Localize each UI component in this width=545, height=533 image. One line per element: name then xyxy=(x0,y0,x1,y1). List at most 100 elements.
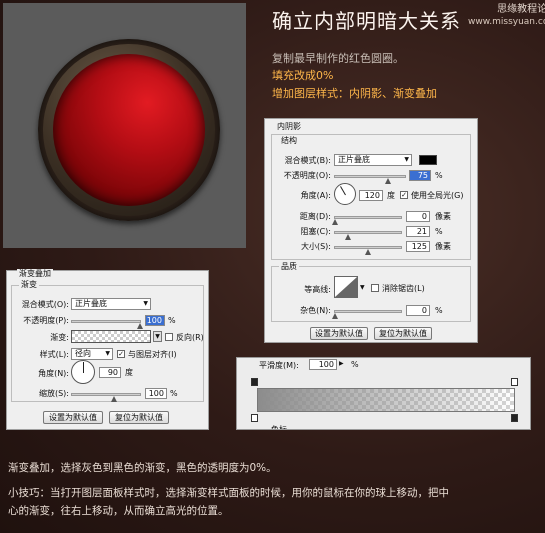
go-opacity-unit: % xyxy=(168,316,176,325)
noise-slider-thumb[interactable] xyxy=(332,313,338,319)
size-slider-thumb[interactable] xyxy=(365,249,371,255)
intro-line-2: 填充改成0% xyxy=(272,69,334,82)
gradient-overlay-dialog: 渐变叠加 渐变 混合模式(O): 正片叠底 不透明度(P): 100 % 渐变:… xyxy=(6,269,209,430)
gradient-swatch[interactable] xyxy=(71,330,151,343)
distance-slider-thumb[interactable] xyxy=(332,219,338,225)
go-angle-unit: 度 xyxy=(125,368,133,377)
color-stop-right[interactable] xyxy=(511,414,518,422)
smoothness-label: 平滑度(M): xyxy=(259,361,299,370)
contour-picker[interactable] xyxy=(334,276,358,298)
quality-label: 品质 xyxy=(279,262,299,272)
gradient-preview-bar xyxy=(257,388,515,412)
footer-line-2: 小技巧：当打开图层面板样式时，选择渐变样式面板的时候，用你的鼠标在你的球上移动，… xyxy=(8,487,449,499)
go-reset-default-button[interactable]: 复位为默认值 xyxy=(109,411,169,424)
gradient-overlay-title: 渐变叠加 xyxy=(17,269,53,279)
footer-line-3: 心的渐变，往右上移动，从而确立高光的位置。 xyxy=(8,505,229,517)
page-title: 确立内部明暗大关系 xyxy=(272,9,461,33)
choke-unit: % xyxy=(435,227,443,236)
scale-label: 缩放(S): xyxy=(38,389,69,398)
noise-label: 杂色(N): xyxy=(300,306,331,315)
antialias-checkbox[interactable] xyxy=(371,284,379,292)
gradient-editor-panel: 平滑度(M): 100 ▶ % 色标 xyxy=(236,357,531,430)
noise-input[interactable]: 0 xyxy=(406,305,430,316)
angle-dial[interactable] xyxy=(334,183,356,205)
structure-label: 结构 xyxy=(279,136,299,146)
scale-slider-thumb[interactable] xyxy=(111,396,117,402)
intro-line-3: 增加图层样式：内阴影、渐变叠加 xyxy=(272,87,437,100)
align-layer-label: 与图层对齐(I) xyxy=(128,350,177,359)
style-label: 样式(L): xyxy=(39,350,69,359)
angle-input[interactable]: 120 xyxy=(359,190,383,201)
go-opacity-input[interactable]: 100 xyxy=(145,315,165,326)
scale-input[interactable]: 100 xyxy=(145,388,167,399)
go-angle-input[interactable]: 90 xyxy=(99,367,121,378)
distance-unit: 像素 xyxy=(435,212,451,221)
orb-metal-ring xyxy=(43,44,215,216)
choke-slider-thumb[interactable] xyxy=(345,234,351,240)
go-opacity-slider[interactable] xyxy=(71,320,141,323)
opacity-label: 不透明度(O): xyxy=(283,171,331,180)
gradient-label: 渐变: xyxy=(50,333,69,342)
opacity-unit: % xyxy=(435,171,443,180)
inner-shadow-title: 内阴影 xyxy=(275,122,303,132)
go-angle-dial[interactable] xyxy=(71,360,95,384)
gradient-section-label: 渐变 xyxy=(19,280,39,290)
reverse-label: 反向(R) xyxy=(176,333,204,342)
canvas-preview xyxy=(3,3,246,248)
noise-slider[interactable] xyxy=(334,310,402,313)
reverse-checkbox[interactable] xyxy=(165,333,173,341)
go-angle-dial-needle xyxy=(83,362,84,373)
blend-mode-select[interactable]: 正片叠底 xyxy=(334,154,412,166)
go-opacity-slider-thumb[interactable] xyxy=(137,323,143,329)
noise-unit: % xyxy=(435,306,443,315)
angle-dial-needle xyxy=(340,186,346,196)
angle-unit: 度 xyxy=(387,191,395,200)
choke-input[interactable]: 21 xyxy=(406,226,430,237)
go-make-default-button[interactable]: 设置为默认值 xyxy=(43,411,103,424)
smoothness-dropdown-icon[interactable]: ▶ xyxy=(339,360,344,367)
watermark-title: 思缘教程论坛 xyxy=(497,4,545,15)
distance-slider[interactable] xyxy=(334,216,402,219)
shadow-color-swatch[interactable] xyxy=(419,155,437,165)
opacity-stop-left[interactable] xyxy=(251,378,258,386)
color-stop-section-label: 色标 xyxy=(271,425,287,430)
watermark: 思缘教程论坛 www.missyuan.com xyxy=(468,3,545,29)
opacity-slider[interactable] xyxy=(334,175,406,178)
red-orb xyxy=(38,39,220,221)
color-stop-left[interactable] xyxy=(251,414,258,422)
antialias-label: 消除锯齿(L) xyxy=(382,284,425,293)
style-select[interactable]: 径向 xyxy=(71,348,113,360)
size-unit: 像素 xyxy=(435,242,451,251)
align-layer-checkbox[interactable]: ✓ xyxy=(117,350,125,358)
go-blend-mode-select[interactable]: 正片叠底 xyxy=(71,298,151,310)
make-default-button[interactable]: 设置为默认值 xyxy=(310,327,368,340)
contour-curve-icon xyxy=(335,277,357,297)
contour-dropdown-icon[interactable]: ▼ xyxy=(360,283,365,293)
reset-default-button[interactable]: 复位为默认值 xyxy=(374,327,432,340)
go-blend-mode-label: 混合模式(O): xyxy=(21,300,69,309)
distance-label: 距离(D): xyxy=(299,212,331,221)
go-opacity-label: 不透明度(P): xyxy=(23,316,69,325)
footer-line-1: 渐变叠加，选择灰色到黑色的渐变，黑色的透明度为0%。 xyxy=(8,462,277,474)
watermark-url: www.missyuan.com xyxy=(468,17,545,27)
intro-line-1: 复制最早制作的红色圆圈。 xyxy=(272,52,404,65)
blend-mode-label: 混合模式(B): xyxy=(284,156,331,165)
inner-shadow-dialog: 内阴影 结构 混合模式(B): 正片叠底 不透明度(O): 75 % 角度(A)… xyxy=(264,118,478,343)
distance-input[interactable]: 0 xyxy=(406,211,430,222)
angle-label: 角度(A): xyxy=(300,191,331,200)
choke-label: 阻塞(C): xyxy=(300,227,331,236)
orb-red-core xyxy=(53,54,205,206)
size-label: 大小(S): xyxy=(300,242,331,251)
opacity-input[interactable]: 75 xyxy=(409,170,431,181)
go-angle-label: 角度(N): xyxy=(38,369,69,378)
opacity-stop-right[interactable] xyxy=(511,378,518,386)
smoothness-unit: % xyxy=(351,360,359,369)
gradient-dropdown-icon[interactable]: ▼ xyxy=(153,331,162,342)
scale-slider[interactable] xyxy=(71,393,141,396)
size-input[interactable]: 125 xyxy=(406,241,430,252)
scale-unit: % xyxy=(170,389,178,398)
smoothness-input[interactable]: 100 xyxy=(309,359,337,370)
global-light-checkbox[interactable]: ✓ xyxy=(400,191,408,199)
opacity-slider-thumb[interactable] xyxy=(385,178,391,184)
global-light-label: 使用全局光(G) xyxy=(411,191,464,200)
